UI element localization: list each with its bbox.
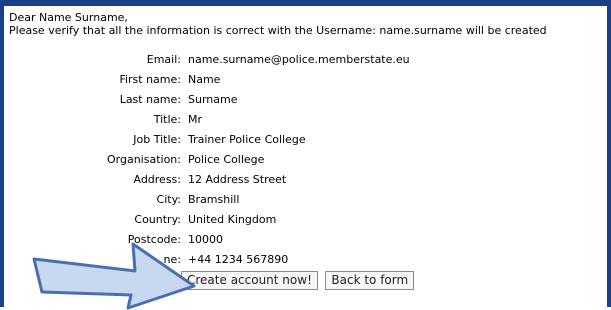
job-title-label: Job Title: <box>133 133 181 146</box>
country-label: Country: <box>134 213 181 226</box>
detail-row-organisation: Organisation: Police College <box>4 153 607 173</box>
organisation-value: Police College <box>188 153 265 166</box>
title-label: Title: <box>153 113 181 126</box>
right-arrow-icon <box>32 242 196 310</box>
detail-row-title: Title: Mr <box>4 113 607 133</box>
greeting: Dear Name Surname, Please verify that al… <box>9 11 547 37</box>
action-buttons: Create account now! Back to form <box>181 271 418 293</box>
arrow-shape <box>32 242 196 310</box>
last-name-value: Surname <box>188 93 238 106</box>
email-value: name.surname@police.memberstate.eu <box>188 53 410 66</box>
greeting-instructions: Please verify that all the information i… <box>9 24 547 37</box>
detail-row-job-title: Job Title: Trainer Police College <box>4 133 607 153</box>
last-name-label: Last name: <box>119 93 181 106</box>
address-value: 12 Address Street <box>188 173 287 186</box>
city-value: Bramshill <box>188 193 240 206</box>
country-value: United Kingdom <box>188 213 277 226</box>
detail-row-country: Country: United Kingdom <box>4 213 607 233</box>
organisation-label: Organisation: <box>107 153 181 166</box>
greeting-salutation: Dear Name Surname, <box>9 11 128 24</box>
first-name-value: Name <box>188 73 221 86</box>
detail-row-email: Email: name.surname@police.memberstate.e… <box>4 53 607 73</box>
address-label: Address: <box>133 173 181 186</box>
phone-value: +44 1234 567890 <box>188 253 289 266</box>
first-name-label: First name: <box>119 73 181 86</box>
create-account-button[interactable]: Create account now! <box>181 271 318 290</box>
job-title-value: Trainer Police College <box>188 133 306 146</box>
city-label: City: <box>156 193 181 206</box>
detail-row-first-name: First name: Name <box>4 73 607 93</box>
email-label: Email: <box>146 53 181 66</box>
back-to-form-button[interactable]: Back to form <box>325 271 415 290</box>
title-value: Mr <box>188 113 203 126</box>
detail-row-last-name: Last name: Surname <box>4 93 607 113</box>
detail-row-address: Address: 12 Address Street <box>4 173 607 193</box>
detail-row-city: City: Bramshill <box>4 193 607 213</box>
